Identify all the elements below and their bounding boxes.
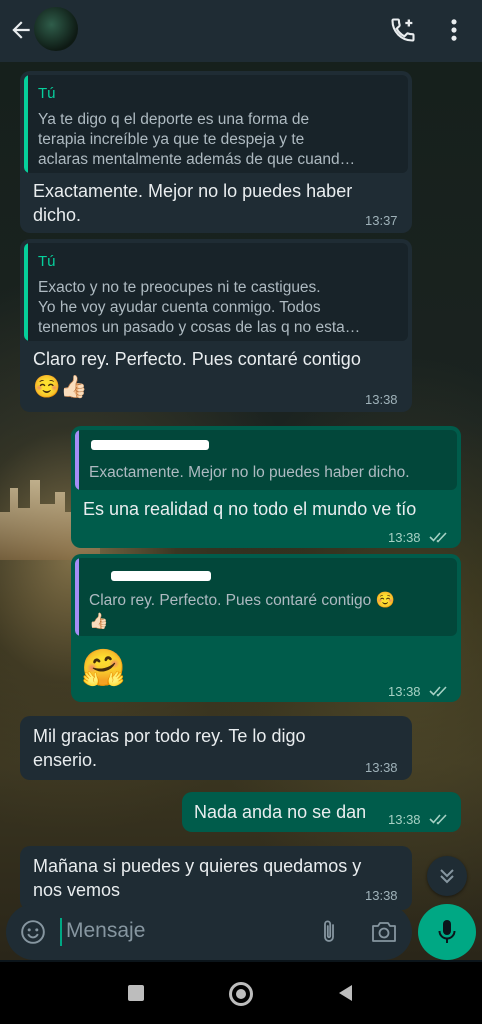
- back-triangle-icon[interactable]: [336, 983, 356, 1003]
- message-time: 13:37: [365, 213, 398, 228]
- message-text: Nada anda no se dan: [194, 802, 367, 822]
- message-text: Exactamente. Mejor no lo puedes haber: [33, 181, 353, 201]
- message-text: nos vemos: [33, 880, 121, 900]
- quote-bar: [24, 75, 28, 173]
- quote-text-line: Ya te digo q el deporte es una forma de: [38, 111, 310, 128]
- more-vertical-icon[interactable]: [446, 16, 462, 44]
- read-receipt-icon: [429, 814, 447, 825]
- quote-bar: [75, 430, 79, 490]
- message-incoming[interactable]: Mañana si puedes y quieres quedamos y no…: [20, 846, 412, 910]
- microphone-icon: [438, 920, 456, 943]
- message-time: 13:38: [365, 392, 398, 407]
- quote-author: Tú: [38, 85, 56, 102]
- message-text: dicho.: [33, 205, 82, 225]
- chevron-double-down-icon: [440, 869, 454, 884]
- message-outgoing[interactable]: Exactamente. Mejor no lo puedes haber di…: [71, 426, 461, 548]
- message-time: 13:38: [365, 760, 398, 775]
- message-outgoing[interactable]: Nada anda no se dan 13:38: [182, 792, 461, 832]
- quote-author: Tú: [38, 253, 56, 270]
- message-text: Claro rey. Perfecto. Pues contaré contig…: [33, 349, 361, 369]
- paperclip-icon[interactable]: [316, 918, 342, 946]
- scroll-to-bottom-button[interactable]: [427, 856, 467, 896]
- quoted-message[interactable]: Claro rey. Perfecto. Pues contaré contig…: [75, 558, 457, 636]
- quote-text-line: Claro rey. Perfecto. Pues contaré contig…: [89, 592, 395, 609]
- quote-bar: [24, 243, 28, 341]
- read-receipt-icon: [429, 532, 447, 543]
- quote-text-line: aclaras mentalmente además de que cuand…: [38, 151, 356, 168]
- message-time: 13:38: [388, 812, 421, 827]
- quoted-message[interactable]: Tú Exacto y no te preocupes ni te castig…: [24, 243, 408, 341]
- microphone-button[interactable]: [418, 904, 476, 960]
- message-time: 13:38: [388, 530, 421, 545]
- quote-text-line: 👍🏻: [89, 613, 109, 630]
- quote-text-line: Yo he voy ayudar cuenta conmigo. Todos: [38, 299, 321, 316]
- quote-text-line: terapia increíble ya que te despeja y te: [38, 131, 305, 148]
- message-time: 13:38: [365, 888, 398, 903]
- smiley-icon[interactable]: [20, 919, 46, 945]
- phone-plus-icon[interactable]: [389, 16, 417, 44]
- message-text: enserio.: [33, 750, 98, 770]
- message-text: Mil gracias por todo rey. Te lo digo: [33, 726, 306, 746]
- chat-header: [0, 0, 482, 62]
- message-incoming[interactable]: Mil gracias por todo rey. Te lo digo ens…: [20, 716, 412, 780]
- quote-text-line: Exactamente. Mejor no lo puedes haber di…: [89, 464, 410, 481]
- quote-text-line: Exacto y no te preocupes ni te castigues…: [38, 279, 321, 296]
- quote-text-line: tenemos un pasado y cosas de las q no es…: [38, 319, 361, 336]
- read-receipt-icon: [429, 686, 447, 697]
- quote-bar: [75, 558, 79, 636]
- message-incoming[interactable]: Tú Ya te digo q el deporte es una forma …: [20, 71, 412, 233]
- quoted-message[interactable]: Tú Ya te digo q el deporte es una forma …: [24, 75, 408, 173]
- recents-icon[interactable]: [128, 985, 144, 1001]
- message-emoji: ☺️👍🏻: [33, 374, 88, 399]
- message-time: 13:38: [388, 684, 421, 699]
- system-navigation-bar: [0, 962, 482, 1024]
- redacted-author-name: [91, 440, 209, 450]
- text-caret: [60, 918, 62, 946]
- message-composer[interactable]: Mensaje: [6, 904, 412, 960]
- arrow-left-icon[interactable]: [8, 17, 34, 43]
- message-text: Es una realidad q no todo el mundo ve tí…: [83, 499, 417, 519]
- quoted-message[interactable]: Exactamente. Mejor no lo puedes haber di…: [75, 430, 457, 490]
- message-outgoing[interactable]: Claro rey. Perfecto. Pues contaré contig…: [71, 554, 461, 702]
- message-text: Mañana si puedes y quieres quedamos y: [33, 856, 362, 876]
- home-icon[interactable]: [229, 982, 253, 1006]
- contact-avatar[interactable]: [34, 7, 78, 51]
- camera-icon[interactable]: [370, 919, 398, 945]
- redacted-author-name: [111, 571, 211, 581]
- message-incoming[interactable]: Tú Exacto y no te preocupes ni te castig…: [20, 239, 412, 412]
- message-emoji: 🤗: [81, 647, 126, 688]
- message-input[interactable]: Mensaje: [66, 919, 145, 943]
